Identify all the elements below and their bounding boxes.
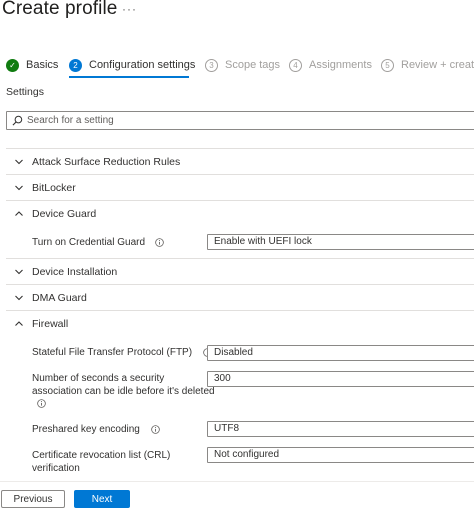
category-attack-surface-reduction-rules[interactable]: Attack Surface Reduction Rules [6,148,474,175]
info-icon[interactable] [155,238,164,247]
previous-button[interactable]: Previous [1,490,65,508]
step-review-create[interactable]: 5 Review + create [381,56,474,74]
idle-seconds-input[interactable]: 300 [207,371,474,387]
category-label: Device Installation [32,266,118,278]
step-number: 4 [289,58,302,72]
category-label: BitLocker [32,182,76,194]
step-number: 5 [381,58,394,72]
category-dma-guard[interactable]: DMA Guard [6,284,474,311]
step-configuration-settings[interactable]: 2 Configuration settings [69,56,195,74]
crl-dropdown[interactable]: Not configured [207,447,474,463]
step-label: Assignments [309,59,372,71]
search-input[interactable] [27,115,427,126]
chevron-up-icon [15,211,23,216]
category-label: Firewall [32,318,69,330]
credential-guard-dropdown[interactable]: Enable with UEFI lock [207,234,474,250]
step-assignments[interactable]: 4 Assignments [289,56,372,74]
setting-label-crl: Certificate revocation list (CRL) verifi… [32,450,171,474]
info-icon[interactable] [150,425,160,434]
category-device-guard[interactable]: Device Guard [6,200,474,227]
info-icon[interactable] [37,399,46,408]
chevron-up-icon [15,321,23,326]
checkmark-icon: ✓ [6,58,19,72]
next-button[interactable]: Next [74,490,130,508]
category-firewall[interactable]: Firewall [6,310,474,337]
step-number: 3 [205,58,218,72]
setting-label-preshared-key: Preshared key encoding [32,424,160,437]
preshared-key-dropdown[interactable]: UTF8 [207,421,474,437]
step-label: Scope tags [225,59,281,71]
more-options-icon[interactable]: ··· [122,2,137,16]
chevron-down-icon [15,185,23,191]
footer-divider [0,481,474,482]
step-number: 2 [69,58,82,72]
chevron-down-icon [15,159,23,165]
category-device-installation[interactable]: Device Installation [6,258,474,285]
category-label: Device Guard [32,208,97,220]
setting-label-idle-seconds: Number of seconds a security association… [32,373,215,408]
step-label: Configuration settings [89,59,196,71]
ftp-dropdown[interactable]: Disabled [207,345,474,361]
chevron-down-icon [15,269,23,275]
page-title: Create profile [2,0,118,19]
step-basics[interactable]: ✓ Basics [6,56,58,74]
section-label: Settings [6,86,44,98]
search-icon [12,115,23,126]
wizard-steps: ✓ Basics 2 Configuration settings 3 Scop… [0,56,474,76]
category-label: DMA Guard [32,292,87,304]
category-bitlocker[interactable]: BitLocker [6,174,474,201]
step-label: Review + create [401,59,474,71]
category-label: Attack Surface Reduction Rules [32,156,181,168]
setting-label-ftp: Stateful File Transfer Protocol (FTP) [32,347,212,360]
step-label: Basics [26,59,59,71]
chevron-down-icon [15,295,23,301]
step-scope-tags[interactable]: 3 Scope tags [205,56,280,74]
search-box[interactable] [6,111,474,130]
setting-label-credential-guard: Turn on Credential Guard [32,237,164,250]
active-step-indicator [69,76,189,78]
